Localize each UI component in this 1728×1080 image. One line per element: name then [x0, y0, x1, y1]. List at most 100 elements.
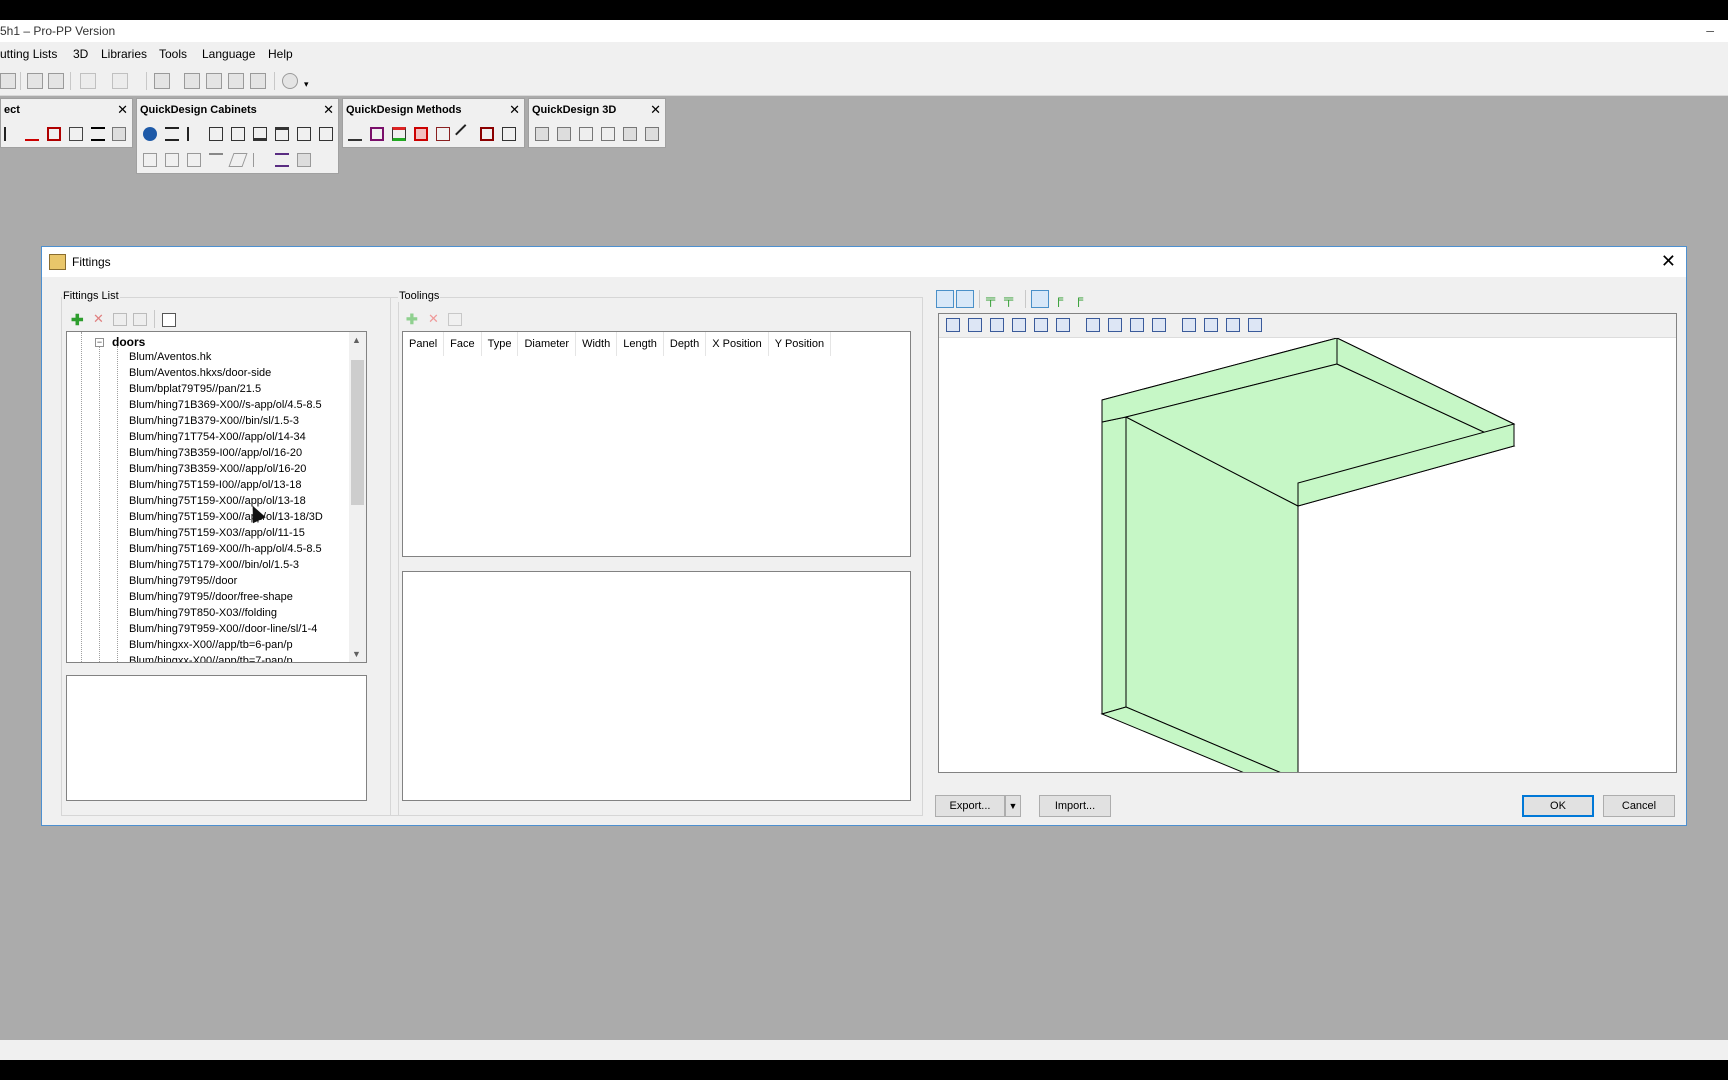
- arrow-right-icon[interactable]: [253, 153, 267, 167]
- minimize-icon[interactable]: –: [1706, 22, 1714, 38]
- fitting-3d-view[interactable]: [938, 313, 1677, 773]
- copy-icon[interactable]: [448, 313, 462, 326]
- document-icon[interactable]: [502, 127, 516, 141]
- view-left-icon[interactable]: [990, 318, 1004, 332]
- add-icon[interactable]: ✚: [71, 311, 84, 329]
- toolbar-overflow-icon[interactable]: ▾: [304, 79, 309, 90]
- list-item[interactable]: Blum/hing71T754-X00//app/ol/14-34: [129, 431, 306, 443]
- cabinet-icon[interactable]: [184, 73, 200, 89]
- view-top-icon[interactable]: [1034, 318, 1048, 332]
- house-icon[interactable]: [143, 153, 157, 167]
- export-button[interactable]: Export...: [935, 795, 1005, 817]
- divider-icon[interactable]: [187, 127, 201, 141]
- play-icon[interactable]: [69, 127, 83, 141]
- column-header[interactable]: Y Position: [769, 332, 832, 356]
- tree-folder-doors[interactable]: doors: [112, 335, 145, 349]
- print-icon[interactable]: [27, 73, 43, 89]
- grid-red-icon[interactable]: [436, 127, 450, 141]
- bottom-panel-icon[interactable]: [253, 127, 267, 141]
- view-iso-back-icon[interactable]: [1248, 318, 1262, 332]
- align-top-icon[interactable]: ╤: [1004, 291, 1013, 306]
- move-icon[interactable]: [133, 313, 147, 326]
- list-icon[interactable]: [206, 73, 222, 89]
- stripes-icon[interactable]: [275, 153, 289, 167]
- tree-scrollbar[interactable]: ▲ ▼: [349, 332, 366, 662]
- undo-icon[interactable]: [80, 73, 96, 89]
- list-item[interactable]: Blum/hing75T179-X00//bin/ol/1.5-3: [129, 559, 299, 571]
- column-header[interactable]: Type: [482, 332, 519, 356]
- box-icon[interactable]: [228, 73, 244, 89]
- save-icon[interactable]: [0, 73, 16, 89]
- list-item[interactable]: Blum/hing75T159-X00//app/ol/13-18/3D: [129, 511, 323, 523]
- export-dropdown-icon[interactable]: ▼: [1005, 795, 1021, 817]
- cancel-button[interactable]: Cancel: [1603, 795, 1675, 817]
- arrow-icon[interactable]: [4, 127, 18, 141]
- align-top-icon[interactable]: ╤: [986, 291, 995, 306]
- menu-cutting-lists[interactable]: utting Lists: [0, 47, 57, 61]
- drawer-icon[interactable]: [231, 127, 245, 141]
- view-iso-icon[interactable]: [1086, 318, 1100, 332]
- collapse-icon[interactable]: −: [95, 338, 104, 347]
- hanger-icon[interactable]: [209, 153, 223, 167]
- list-item[interactable]: Blum/hingxx-X00//app/tb=6-pan/p: [129, 639, 293, 651]
- scroll-up-icon[interactable]: ▲: [352, 335, 361, 345]
- close-icon[interactable]: ✕: [323, 102, 334, 118]
- redo-icon[interactable]: [112, 73, 128, 89]
- column-header[interactable]: Face: [444, 332, 482, 356]
- panel-red-icon[interactable]: [414, 127, 428, 141]
- grid-icon[interactable]: [319, 127, 333, 141]
- scroll-down-icon[interactable]: ▼: [352, 649, 361, 659]
- hinge-icon[interactable]: [480, 127, 494, 141]
- add-icon[interactable]: ✚: [406, 311, 418, 328]
- menu-help[interactable]: Help: [268, 47, 293, 61]
- list-item[interactable]: Blum/hing75T159-X00//app/ol/13-18: [129, 495, 306, 507]
- view-iso-back-icon[interactable]: [1204, 318, 1218, 332]
- align-left-icon[interactable]: ╒: [1074, 291, 1083, 306]
- view-iso-icon[interactable]: [1130, 318, 1144, 332]
- view-mode-icon[interactable]: [936, 290, 954, 308]
- menu-3d[interactable]: 3D: [73, 47, 88, 61]
- print-preview-icon[interactable]: [48, 73, 64, 89]
- view-right-icon[interactable]: [1012, 318, 1026, 332]
- list-item[interactable]: Blum/hingxx-X00//app/tb=7-pan/p: [129, 655, 293, 662]
- column-header[interactable]: X Position: [706, 332, 769, 356]
- list-item[interactable]: Blum/hing71B369-X00//s-app/ol/4.5-8.5: [129, 399, 322, 411]
- list-item[interactable]: Blum/Aventos.hk: [129, 351, 211, 363]
- view-bottom-icon[interactable]: [1056, 318, 1070, 332]
- top-panel-icon[interactable]: [275, 127, 289, 141]
- list-item[interactable]: Blum/Aventos.hkxs/door-side: [129, 367, 271, 379]
- close-icon[interactable]: ✕: [509, 102, 520, 118]
- menu-tools[interactable]: Tools: [159, 47, 187, 61]
- info-icon[interactable]: [282, 73, 298, 89]
- view-mode-icon[interactable]: [956, 290, 974, 308]
- list-item[interactable]: Blum/hing75T159-X03//app/ol/11-15: [129, 527, 305, 539]
- globe-icon[interactable]: [143, 127, 157, 141]
- list-item[interactable]: Blum/hing79T95//door/free-shape: [129, 591, 293, 603]
- menu-language[interactable]: Language: [202, 47, 255, 61]
- l-shape-icon[interactable]: [165, 153, 179, 167]
- close-icon[interactable]: ✕: [650, 102, 661, 118]
- door-icon[interactable]: [209, 127, 223, 141]
- box-icon[interactable]: [112, 127, 126, 141]
- stack-icon[interactable]: [645, 127, 659, 141]
- view-front-icon[interactable]: [946, 318, 960, 332]
- list-item[interactable]: Blum/hing75T169-X00//h-app/ol/4.5-8.5: [129, 543, 322, 555]
- list-item[interactable]: Blum/bplat79T95//pan/21.5: [129, 383, 261, 395]
- wrench-icon[interactable]: [250, 73, 266, 89]
- view-back-icon[interactable]: [968, 318, 982, 332]
- shelves-icon[interactable]: [165, 127, 179, 141]
- cube-icon[interactable]: [535, 127, 549, 141]
- column-header[interactable]: Diameter: [518, 332, 577, 356]
- delete-icon[interactable]: ✕: [428, 311, 439, 327]
- view-iso-icon[interactable]: [1152, 318, 1166, 332]
- cube-wire-icon[interactable]: [579, 127, 593, 141]
- properties-icon[interactable]: [154, 73, 170, 89]
- menu-libraries[interactable]: Libraries: [101, 47, 147, 61]
- import-button[interactable]: Import...: [1039, 795, 1111, 817]
- frame-icon[interactable]: [370, 127, 384, 141]
- list-item[interactable]: Blum/hing71B379-X00//bin/sl/1.5-3: [129, 415, 299, 427]
- parallelogram-icon[interactable]: [228, 153, 248, 167]
- delete-icon[interactable]: ✕: [93, 311, 104, 327]
- cube-icon[interactable]: [297, 153, 311, 167]
- door-icon[interactable]: [47, 127, 61, 141]
